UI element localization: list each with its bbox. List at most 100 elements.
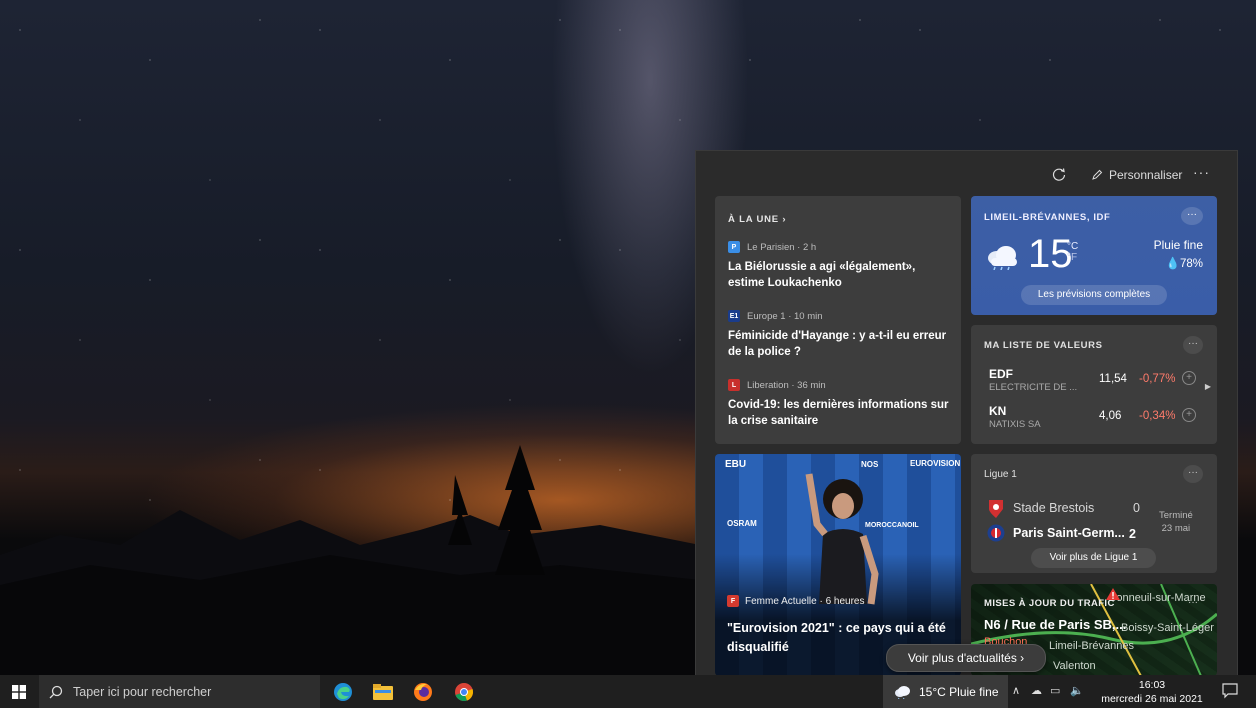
top-stories-title: À LA UNE [728,214,779,225]
stock-change: -0,77% [1139,373,1176,385]
stock-symbol: KN [989,404,1007,418]
weather-card[interactable]: LIMEIL-BRÉVANNES, IDF ··· 15 °C °F Pluie… [971,196,1217,315]
story-source: F Femme Actuelle · 6 heures [727,595,865,607]
volume-icon[interactable]: 🔈 [1070,684,1084,697]
europe1-logo-icon: E1 [728,310,740,322]
osram-logo: OSRAM [727,519,757,528]
team-score: 0 [1133,501,1140,515]
le-parisien-logo-icon: P [728,241,740,253]
battery-icon[interactable]: ▭ [1050,684,1060,697]
team-row[interactable]: Stade Brestois [987,498,1147,518]
map-place-label: Valenton [1053,660,1096,672]
file-explorer-icon[interactable] [370,675,396,708]
stock-name: NATIXIS SA [989,419,1041,430]
top-stories-header[interactable]: À LA UNE › [728,214,786,225]
edge-icon[interactable] [330,675,356,708]
chrome-icon[interactable] [451,675,477,708]
panel-more-options-button[interactable]: ··· [1193,164,1210,180]
rain-cloud-icon [988,246,1017,270]
personnaliser-button[interactable]: Personnaliser [1091,168,1182,182]
story-item[interactable]: P Le Parisien · 2 h La Biélorussie a agi … [728,241,950,291]
stock-row[interactable]: KN NATIXIS SA 4,06 -0,34% + [989,404,1199,438]
more-ligue1-button[interactable]: Voir plus de Ligue 1 [1031,548,1156,568]
windows-start-button[interactable] [0,675,38,708]
taskbar-clock[interactable]: 16:03 mercredi 26 mai 2021 [1098,678,1206,706]
ebu-logo: EBU [725,459,747,470]
story-item[interactable]: E1 Europe 1 · 10 min Féminicide d'Hayange… [728,310,950,360]
ligue1-card: Ligue 1 ··· Stade Brestois 0 Paris Saint… [971,454,1217,573]
droplet-icon: 💧 [1165,258,1180,270]
story-headline: La Biélorussie a agi «légalement», estim… [728,261,916,289]
notification-center-icon[interactable] [1222,683,1238,704]
taskbar-search-box[interactable]: Taper ici pour rechercher [39,675,320,708]
story-headline: Féminicide d'Hayange : y a-t-il eu erreu… [728,330,947,358]
stock-price: 4,06 [1099,410,1122,422]
clock-date: mercredi 26 mai 2021 [1101,693,1203,705]
map-place-label: Boissy-Saint-Léger [1121,622,1214,634]
eurovision-logo: EUROVISION [910,459,961,468]
league-more-button[interactable]: ··· [1183,465,1203,483]
weather-unit-toggle[interactable]: °C °F [1067,241,1078,263]
stock-row[interactable]: EDF ELECTRICITE DE ... 11,54 -0,77% + [989,367,1199,401]
personnaliser-label: Personnaliser [1109,168,1183,182]
map-place-label: Limeil-Brévannes [1049,640,1134,652]
stade-brestois-crest-icon [989,500,1003,518]
team-name: Paris Saint-Germ... [1013,526,1125,540]
weather-temperature: 15 [1028,232,1073,276]
weather-condition: Pluie fine [1153,238,1203,252]
search-placeholder: Taper ici pour rechercher [73,684,212,699]
stock-price: 11,54 [1099,373,1127,385]
chevron-right-icon: › [782,214,787,225]
watchlist-more-button[interactable]: ··· [1183,336,1203,354]
weather-location: LIMEIL-BRÉVANNES, IDF [984,212,1111,223]
femme-actuelle-logo-icon: F [727,595,739,607]
watchlist-card: MA LISTE DE VALEURS ··· EDF ELECTRICITE … [971,325,1217,444]
watchlist-title: MA LISTE DE VALEURS [984,340,1103,351]
chevron-right-icon: › [1016,651,1025,665]
full-forecast-button[interactable]: Les prévisions complètes [1021,285,1167,305]
story-source: Europe 1 · 10 min [747,310,823,322]
warning-icon [1106,588,1120,600]
weather-more-button[interactable]: ··· [1181,207,1203,225]
team-row[interactable]: Paris Saint-Germ... [987,524,1147,542]
stock-name: ELECTRICITE DE ... [989,382,1078,393]
traffic-more-button[interactable]: ··· [1183,595,1203,613]
psg-crest-icon [987,524,1005,542]
eurovision-story-card[interactable]: EBU EUROVISION OSRAM MOROCCANOIL NOS F F… [715,454,961,676]
add-stock-icon[interactable]: + [1182,408,1196,422]
news-and-interests-panel: Personnaliser ··· À LA UNE › P Le Parisie… [695,150,1238,676]
league-title: Ligue 1 [984,469,1017,480]
refresh-icon[interactable] [1051,167,1067,183]
liberation-logo-icon: L [728,379,740,391]
taskbar-weather-text: 15°C Pluie fine [919,684,999,699]
chevron-up-icon[interactable]: ∧ [1012,684,1020,697]
see-more-news-button[interactable]: Voir plus d'actualités › [886,644,1046,672]
match-status: Terminé 23 mai [1159,510,1193,534]
pencil-icon [1092,169,1103,180]
traffic-road: N6 / Rue de Paris SB,... [984,617,1127,632]
taskbar-weather-button[interactable]: 15°C Pluie fine [883,675,1008,708]
next-arrow-icon[interactable]: ▶ [1205,382,1211,391]
story-source: Le Parisien · 2 h [747,241,817,253]
weather-humidity: 💧78% [1165,258,1203,270]
search-icon [49,685,63,698]
traffic-title: MISES À JOUR DU TRAFIC [984,598,1115,609]
stock-symbol: EDF [989,367,1013,381]
fahrenheit-unit[interactable]: °F [1067,252,1078,263]
team-score: 2 [1129,527,1136,541]
team-name: Stade Brestois [1013,501,1095,515]
onedrive-icon[interactable]: ☁ [1031,684,1042,697]
taskbar: Taper ici pour rechercher 15°C Pluie fin… [0,675,1256,708]
windows-logo-icon [12,684,26,699]
story-source: Liberation · 36 min [747,379,826,391]
firefox-icon[interactable] [410,675,436,708]
celsius-unit[interactable]: °C [1067,241,1078,252]
clock-time: 16:03 [1138,679,1166,691]
stock-change: -0,34% [1139,410,1176,422]
top-stories-card: À LA UNE › P Le Parisien · 2 h La Biéloru… [715,196,961,444]
story-headline: Covid-19: les dernières informations sur… [728,399,949,427]
story-item[interactable]: L Liberation · 36 min Covid-19: les derni… [728,379,950,429]
rain-cloud-icon [895,685,910,699]
panel-header: Personnaliser ··· [696,151,1237,195]
add-stock-icon[interactable]: + [1182,371,1196,385]
